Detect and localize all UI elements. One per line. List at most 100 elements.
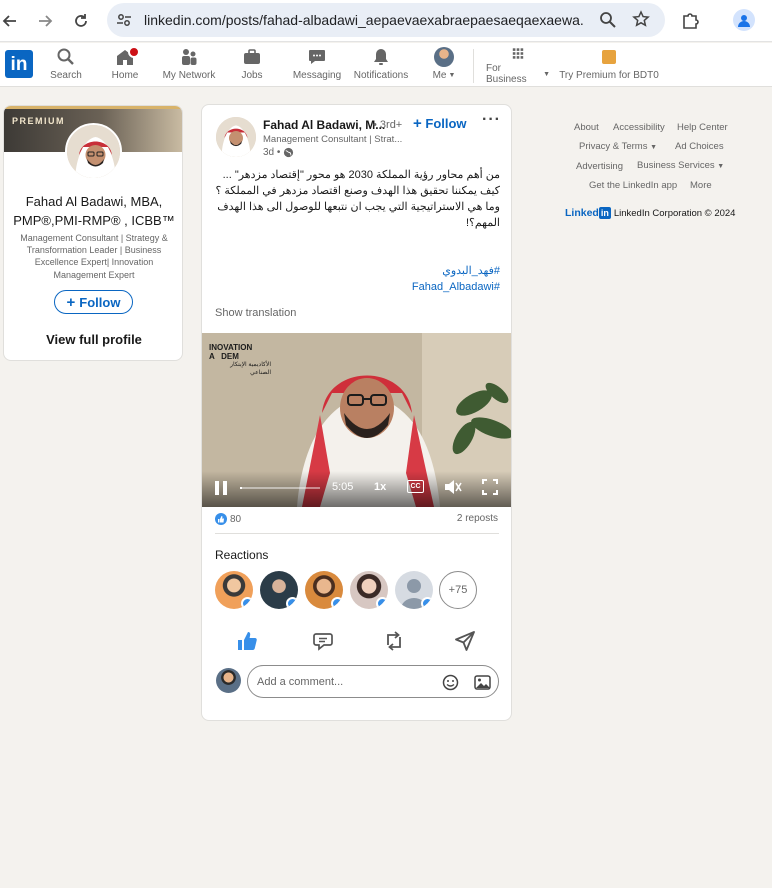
footer-link-accessibility[interactable]: Accessibility xyxy=(613,122,665,133)
video-watermark: INOVATION A DEM الأكاديمية الإبتكار الصن… xyxy=(209,343,271,377)
post-author-avatar[interactable] xyxy=(216,117,256,157)
globe-icon xyxy=(284,147,294,158)
account-icon[interactable] xyxy=(733,9,755,31)
reload-icon[interactable] xyxy=(68,8,94,34)
show-translation-link[interactable]: Show translation xyxy=(215,307,296,319)
reactor-avatar[interactable] xyxy=(260,571,298,609)
current-user-avatar xyxy=(216,668,241,693)
comment-input[interactable]: Add a comment... xyxy=(247,665,499,698)
premium-label: PREMIUM xyxy=(12,116,65,126)
nav-label-notifications: Notifications xyxy=(353,70,409,81)
grid-icon xyxy=(512,48,524,59)
extensions-icon[interactable] xyxy=(681,10,701,35)
footer-link-more[interactable]: More xyxy=(690,180,712,191)
notification-badge xyxy=(128,46,140,58)
nav-for-business[interactable]: For Business ▼ xyxy=(486,47,550,85)
profile-avatar[interactable] xyxy=(65,123,122,180)
nav-messaging[interactable]: Messaging xyxy=(291,47,343,85)
nav-jobs[interactable]: Jobs xyxy=(236,47,268,85)
footer-link-advertising[interactable]: Advertising xyxy=(576,161,623,172)
plus-icon: + xyxy=(413,115,422,132)
reposts-count[interactable]: 2 reposts xyxy=(457,513,498,524)
address-bar[interactable]: linkedin.com/posts/fahad-albadawi_aepaev… xyxy=(107,3,665,37)
like-badge-icon xyxy=(376,597,388,609)
pause-icon[interactable] xyxy=(214,480,228,501)
view-full-profile-link[interactable]: View full profile xyxy=(4,332,182,347)
post-time: 3d • xyxy=(263,147,294,158)
divider xyxy=(215,533,499,534)
nav-search[interactable]: Search xyxy=(47,47,85,85)
fullscreen-icon[interactable] xyxy=(482,479,498,500)
post-follow-button[interactable]: + Follow xyxy=(413,115,467,132)
send-icon[interactable] xyxy=(454,630,476,652)
hashtag-link[interactable]: #فهد_البدوي xyxy=(214,263,500,279)
bell-icon xyxy=(374,49,388,65)
linkedin-logo[interactable]: in xyxy=(5,50,33,78)
chevron-down-icon: ▼ xyxy=(717,163,725,170)
nav-label-search: Search xyxy=(50,70,82,81)
more-options-icon[interactable]: ··· xyxy=(482,111,501,129)
search-icon xyxy=(57,48,74,65)
nav-label-messaging: Messaging xyxy=(292,70,342,81)
image-icon[interactable] xyxy=(474,674,491,696)
like-badge-icon xyxy=(331,597,343,609)
nav-divider xyxy=(473,49,474,83)
connection-degree: • 3rd+ xyxy=(373,119,403,131)
nav-label-jobs: Jobs xyxy=(241,70,263,81)
playback-speed-button[interactable]: 1x xyxy=(374,481,386,493)
nav-try-premium[interactable]: Try Premium for BDT0 xyxy=(559,47,659,85)
author-profile-card: PREMIUM Fahad Al Badawi, MBA, PMP®,PMI-R… xyxy=(3,105,183,361)
browser-toolbar: linkedin.com/posts/fahad-albadawi_aepaev… xyxy=(0,0,772,42)
post-author-name[interactable]: Fahad Al Badawi, M... xyxy=(263,118,385,132)
reaction-count: 80 xyxy=(230,513,242,525)
reactor-avatar[interactable] xyxy=(215,571,253,609)
emoji-icon[interactable] xyxy=(442,674,459,696)
video-progress-track[interactable] xyxy=(240,487,320,489)
nav-my-network[interactable]: My Network xyxy=(160,47,218,85)
footer-link-get-app[interactable]: Get the LinkedIn app xyxy=(589,180,677,191)
nav-label-my-network: My Network xyxy=(162,70,216,81)
nav-notifications[interactable]: Notifications xyxy=(352,47,410,85)
post-video[interactable]: INOVATION A DEM الأكاديمية الإبتكار الصن… xyxy=(202,333,511,507)
profile-name[interactable]: Fahad Al Badawi, MBA, PMP®,PMI-RMP® , IC… xyxy=(10,192,178,230)
footer-link-privacy-terms-label: Privacy & Terms xyxy=(579,141,648,152)
star-icon[interactable] xyxy=(632,10,650,33)
comment-icon[interactable] xyxy=(312,630,334,652)
mute-icon[interactable] xyxy=(444,479,462,500)
site-info-icon[interactable] xyxy=(116,12,132,33)
footer-link-ad-choices[interactable]: Ad Choices xyxy=(675,141,724,152)
linkedin-global-nav: in Search Home My Network Jobs Messaging… xyxy=(0,43,772,87)
reactor-avatar[interactable] xyxy=(395,571,433,609)
post-author-headline: Management Consultant | Strat... xyxy=(263,134,403,145)
linkedin-wordmark: Linked in xyxy=(565,207,611,219)
zoom-icon[interactable] xyxy=(599,11,616,33)
like-badge-icon xyxy=(241,597,253,609)
post-time-text: 3d • xyxy=(263,147,281,158)
reaction-summary[interactable]: 80 xyxy=(215,513,241,525)
profile-headline: Management Consultant | Strategy & Trans… xyxy=(20,233,168,280)
hashtag-link[interactable]: #Fahad_Albadawi xyxy=(214,279,500,295)
like-icon[interactable] xyxy=(236,630,258,652)
chevron-down-icon: ▼ xyxy=(448,72,456,79)
profile-follow-button[interactable]: + Follow xyxy=(54,290,133,314)
nav-me[interactable]: Me ▼ xyxy=(428,47,460,85)
footer-link-privacy-terms[interactable]: Privacy & Terms ▼ xyxy=(579,141,657,152)
more-reactors-button[interactable]: +75 xyxy=(439,571,477,609)
reactor-avatar[interactable] xyxy=(350,571,388,609)
repost-icon[interactable] xyxy=(383,630,405,652)
nav-home[interactable]: Home xyxy=(105,46,145,85)
back-icon[interactable] xyxy=(0,8,23,34)
footer-link-about[interactable]: About xyxy=(574,122,599,133)
chevron-down-icon: ▼ xyxy=(543,70,550,78)
me-avatar xyxy=(434,47,454,67)
nav-label-me: Me xyxy=(432,70,447,81)
captions-button[interactable]: CC xyxy=(407,480,424,493)
footer-link-business-services[interactable]: Business Services ▼ xyxy=(637,160,724,171)
post-body: من أهم محاور رؤية المملكة 2030 هو محور "… xyxy=(215,169,500,229)
reactor-avatar[interactable] xyxy=(305,571,343,609)
forward-icon[interactable] xyxy=(32,8,58,34)
url-text[interactable]: linkedin.com/posts/fahad-albadawi_aepaev… xyxy=(144,12,584,28)
footer-link-help-center[interactable]: Help Center xyxy=(677,122,728,133)
profile-follow-label: Follow xyxy=(79,294,121,310)
video-time: 5:05 xyxy=(332,481,354,493)
